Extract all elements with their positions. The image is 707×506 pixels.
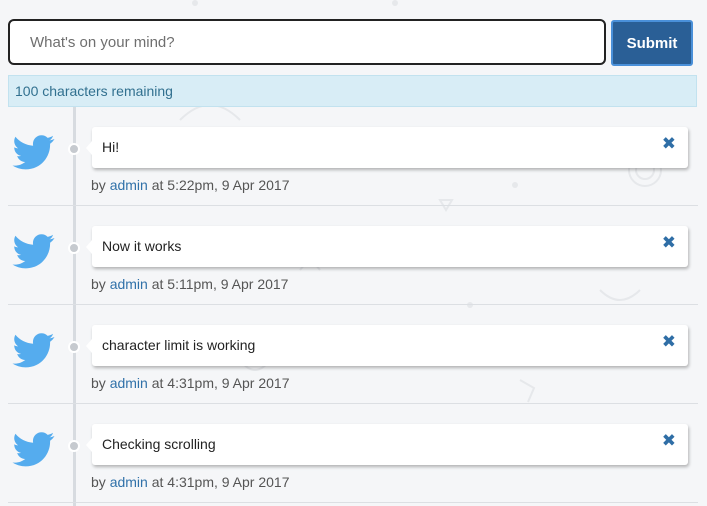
post-meta: by admin at 5:11pm, 9 Apr 2017 <box>91 276 288 292</box>
post-card: Now it works ✖ <box>86 226 688 267</box>
timeline-dot <box>68 143 80 155</box>
characters-remaining-alert: 100 characters remaining <box>8 75 697 107</box>
post-item: Hi! ✖ by admin at 5:22pm, 9 Apr 2017 <box>8 107 698 206</box>
post-text: character limit is working <box>102 337 256 353</box>
author-link[interactable]: admin <box>110 276 148 292</box>
post-meta: by admin at 4:31pm, 9 Apr 2017 <box>91 375 290 391</box>
twitter-bird-icon <box>12 432 55 467</box>
at-label: at <box>151 375 164 391</box>
author-link[interactable]: admin <box>110 474 148 490</box>
timeline-dot <box>68 242 80 254</box>
post-card: Checking scrolling ✖ <box>86 424 688 465</box>
by-label: by <box>91 276 106 292</box>
submit-button[interactable]: Submit <box>611 20 693 66</box>
author-link[interactable]: admin <box>110 375 148 391</box>
post-text: Hi! <box>102 139 120 155</box>
by-label: by <box>91 177 106 193</box>
by-label: by <box>91 474 106 490</box>
at-label: at <box>151 177 164 193</box>
by-label: by <box>91 375 106 391</box>
author-link[interactable]: admin <box>110 177 148 193</box>
post-card: character limit is working ✖ <box>86 325 688 366</box>
post-meta: by admin at 4:31pm, 9 Apr 2017 <box>91 474 290 490</box>
post-text: Now it works <box>102 238 182 254</box>
post-feed: Hi! ✖ by admin at 5:22pm, 9 Apr 2017 Now… <box>8 107 698 506</box>
post-timestamp: 4:31pm, 9 Apr 2017 <box>167 474 290 490</box>
twitter-bird-icon <box>12 234 55 269</box>
twitter-bird-icon <box>12 135 55 170</box>
post-meta: by admin at 5:22pm, 9 Apr 2017 <box>91 177 290 193</box>
post-timestamp: 4:31pm, 9 Apr 2017 <box>167 375 290 391</box>
post-timestamp: 5:22pm, 9 Apr 2017 <box>167 177 290 193</box>
close-icon[interactable]: ✖ <box>662 234 676 251</box>
close-icon[interactable]: ✖ <box>662 432 676 449</box>
timeline-dot <box>68 440 80 452</box>
close-icon[interactable]: ✖ <box>662 135 676 152</box>
timeline-dot <box>68 341 80 353</box>
post-item: Now it works ✖ by admin at 5:11pm, 9 Apr… <box>8 206 698 305</box>
twitter-bird-icon <box>12 333 55 368</box>
status-input[interactable] <box>8 19 606 65</box>
at-label: at <box>151 474 164 490</box>
at-label: at <box>151 276 164 292</box>
post-item: character limit is working ✖ by admin at… <box>8 305 698 404</box>
close-icon[interactable]: ✖ <box>662 333 676 350</box>
composer-form: Submit <box>8 19 698 67</box>
post-text: Checking scrolling <box>102 436 216 452</box>
post-item: Checking scrolling ✖ by admin at 4:31pm,… <box>8 404 698 503</box>
post-card: Hi! ✖ <box>86 127 688 168</box>
post-timestamp: 5:11pm, 9 Apr 2017 <box>167 276 289 292</box>
